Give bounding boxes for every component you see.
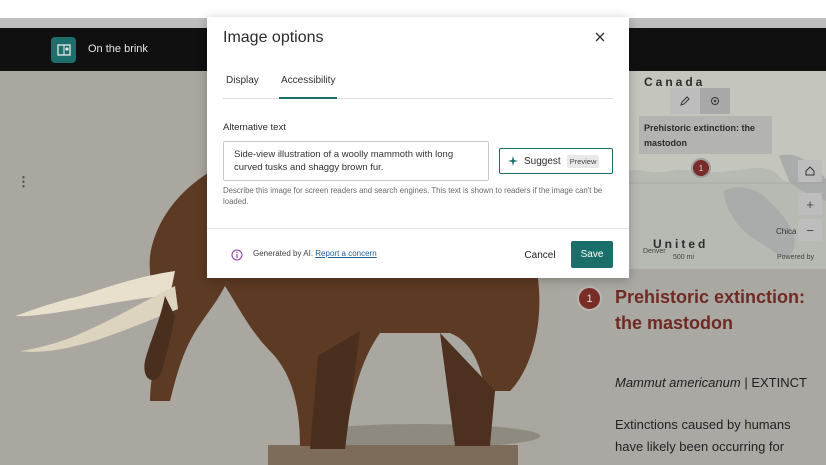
tab-display[interactable]: Display <box>226 75 259 99</box>
extinction-status: | EXTINCT <box>744 375 807 390</box>
map-city-label: Chica <box>776 227 797 236</box>
more-options-icon[interactable]: ⋮ <box>17 174 30 190</box>
alt-text-input[interactable]: Side-view illustration of a woolly mammo… <box>223 141 489 181</box>
preview-tag: Preview <box>566 154 600 168</box>
zoom-in-button[interactable]: + <box>798 193 822 215</box>
zoom-out-button[interactable]: − <box>798 219 822 241</box>
map-label-canada: Canada <box>644 75 706 89</box>
alt-text-label: Alternative text <box>223 122 286 133</box>
story-title: Prehistoric extinction: the mastodon <box>615 287 806 333</box>
map-marker[interactable]: 1 <box>691 158 711 178</box>
story-body: Extinctions caused by humans have likely… <box>615 417 791 454</box>
ai-notice: Generated by AI. Report a concern <box>253 249 377 258</box>
story-number-badge: 1 <box>577 286 602 311</box>
app-title: On the brink <box>88 43 148 55</box>
footer-divider <box>207 228 629 229</box>
map-attribution[interactable]: Powered by <box>777 254 814 261</box>
app-logo-icon[interactable] <box>51 37 76 63</box>
home-icon[interactable] <box>798 160 822 182</box>
top-strip <box>0 0 826 18</box>
scientific-name-text: Mammut americanum <box>615 375 741 390</box>
info-icon <box>231 249 243 261</box>
gear-icon[interactable] <box>700 88 730 114</box>
report-concern-link[interactable]: Report a concern <box>315 249 376 258</box>
map-book-icon <box>56 44 71 56</box>
suggest-button[interactable]: Suggest Preview <box>499 148 613 174</box>
close-icon[interactable] <box>590 27 610 47</box>
cancel-button[interactable]: Cancel <box>516 243 564 267</box>
map-toolbar <box>670 88 730 114</box>
page: On the brink ⋮ Canada United Prehistoric… <box>0 0 826 465</box>
ai-notice-text: Generated by AI. <box>253 249 314 258</box>
suggest-label: Suggest <box>524 155 561 167</box>
map-city-label-2: Denver <box>643 248 666 255</box>
image-options-dialog: Image options Display Accessibility Alte… <box>207 17 629 278</box>
scientific-name: Mammut americanum | EXTINCT <box>615 375 807 390</box>
map-scale: 500 mi <box>673 254 695 261</box>
sparkle-icon <box>508 156 518 166</box>
edit-pencil-icon[interactable] <box>670 88 700 114</box>
map-popup: Prehistoric extinction: the mastodon <box>639 116 772 154</box>
dialog-tabs: Display Accessibility <box>223 69 613 99</box>
save-button[interactable]: Save <box>571 241 613 268</box>
dialog-title: Image options <box>223 29 324 46</box>
tab-accessibility[interactable]: Accessibility <box>279 75 338 99</box>
helper-text: Describe this image for screen readers a… <box>223 186 603 206</box>
